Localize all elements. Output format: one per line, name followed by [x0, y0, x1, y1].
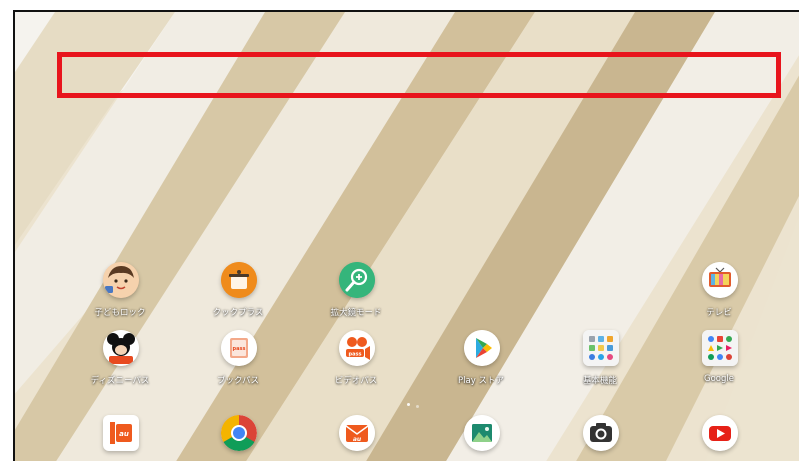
cooking-pot-icon [221, 262, 257, 298]
dock-gallery[interactable] [426, 415, 536, 461]
app-label: ビデオパス [334, 376, 378, 386]
svg-text:pass: pass [233, 346, 246, 352]
svg-text:pass: pass [349, 352, 362, 358]
mickey-icon [103, 330, 139, 366]
app-label: 子どもロック [94, 308, 146, 318]
app-disney-pass[interactable]: ディズニーパス [65, 330, 175, 394]
app-video-pass[interactable]: pass ビデオパス [301, 330, 411, 394]
page-indicator-dot [407, 403, 410, 406]
au-icon: au [103, 415, 139, 451]
google-folder-icon [702, 330, 738, 366]
app-magnifier[interactable]: 拡大鏡モード [301, 262, 411, 326]
app-label: ブックパス [216, 376, 260, 386]
tablet-home-screen: 子どもロック クックプラス 拡大鏡モード テレビ ディズニーパス pass ブッ… [13, 10, 799, 461]
camera-icon [583, 415, 619, 451]
play-store-icon [464, 330, 500, 366]
app-book-pass[interactable]: pass ブックパス [183, 330, 293, 394]
svg-text:au: au [353, 436, 362, 443]
app-label: クックプラス [212, 308, 264, 318]
youtube-icon [702, 415, 738, 451]
app-label: テレビ [706, 308, 732, 318]
chrome-icon [221, 415, 257, 451]
svg-text:au: au [119, 430, 129, 438]
folder-label: 基本機能 [582, 376, 617, 386]
folder-basic-functions[interactable]: 基本機能 [545, 330, 655, 394]
page-indicator-dot [416, 405, 419, 408]
app-tv[interactable]: テレビ [664, 262, 774, 326]
folder-icon [583, 330, 619, 366]
highlight-rectangle [57, 52, 781, 98]
child-face-icon [103, 262, 139, 298]
app-label: Play ストア [458, 376, 504, 386]
dock-camera[interactable] [545, 415, 655, 461]
magnifier-icon [339, 262, 375, 298]
tv-icon [702, 262, 738, 298]
app-label: 拡大鏡モード [330, 308, 382, 318]
dock-chrome[interactable] [183, 415, 293, 461]
folder-google[interactable]: Google [664, 330, 774, 394]
folder-label: Google [704, 374, 734, 384]
app-cook-plus[interactable]: クックプラス [183, 262, 293, 326]
gallery-icon [464, 415, 500, 451]
mail-icon: au [339, 415, 375, 451]
app-label: ディズニーパス [90, 376, 150, 386]
dock-au-mail[interactable]: au [301, 415, 411, 461]
dock-youtube[interactable] [664, 415, 774, 461]
app-play-store[interactable]: Play ストア [426, 330, 536, 394]
book-pass-icon: pass [221, 330, 257, 366]
dock-au[interactable]: au [65, 415, 175, 461]
app-kids-lock[interactable]: 子どもロック [65, 262, 175, 326]
video-pass-icon: pass [339, 330, 375, 366]
